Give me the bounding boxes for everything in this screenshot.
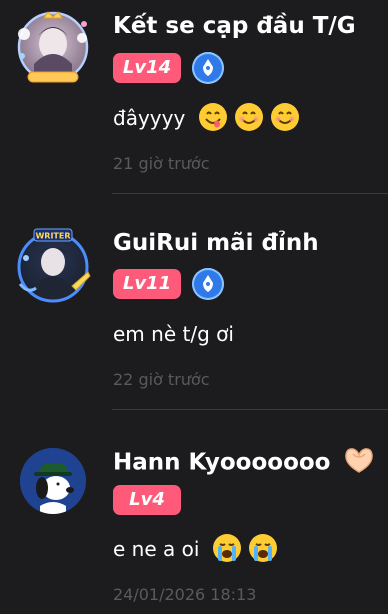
smiling-face-icon [234,102,264,137]
smiling-face-icon [270,102,300,137]
comment-text: e ne a oi [113,533,278,568]
username[interactable]: GuiRui mãi đỉnh [113,230,319,256]
username[interactable]: Kết se cạp đầu T/G [113,13,356,39]
timestamp: 22 giờ trước [113,370,210,389]
timestamp: 24/01/2026 18:13 [113,585,257,604]
level-badge: Lv14 [113,53,181,83]
verified-writer-icon[interactable] [192,52,224,84]
avatar[interactable]: WRITER [14,228,92,306]
username-text: Hann Kyooooooo [113,449,331,476]
comment-text: em nè t/g ơi [113,322,234,346]
level-badge: Lv4 [113,485,181,515]
comment-text-content: đâyyyy [113,106,186,130]
comment-text: đâyyyy [113,102,300,137]
level-badge: Lv11 [113,269,181,299]
avatar[interactable] [14,442,92,520]
face-savoring-food-icon [198,102,228,137]
username[interactable]: Hann Kyooooooo [113,446,375,480]
avatar-frame-icon [17,11,89,83]
loudly-crying-face-icon [248,533,278,568]
comment-item: WRITER GuiRui mãi đỉnh Lv11 em nè t/g ơi… [0,194,388,410]
timestamp: 21 giờ trước [113,154,210,173]
avatar[interactable] [14,8,92,86]
heart-hands-icon [343,446,375,480]
snoopy-icon [20,448,86,514]
loudly-crying-face-icon [212,533,242,568]
comment-text-content: e ne a oi [113,537,200,561]
comment-item: Hann Kyooooooo Lv4 e ne a oi 24/01/2026 … [0,410,388,614]
comment-item: Kết se cạp đầu T/G Lv14 đâyyyy 21 giờ tr… [0,0,388,194]
writer-frame-icon: WRITER [17,228,91,303]
verified-writer-icon[interactable] [192,268,224,300]
avatar-image [20,448,86,514]
writer-label: WRITER [35,232,70,241]
